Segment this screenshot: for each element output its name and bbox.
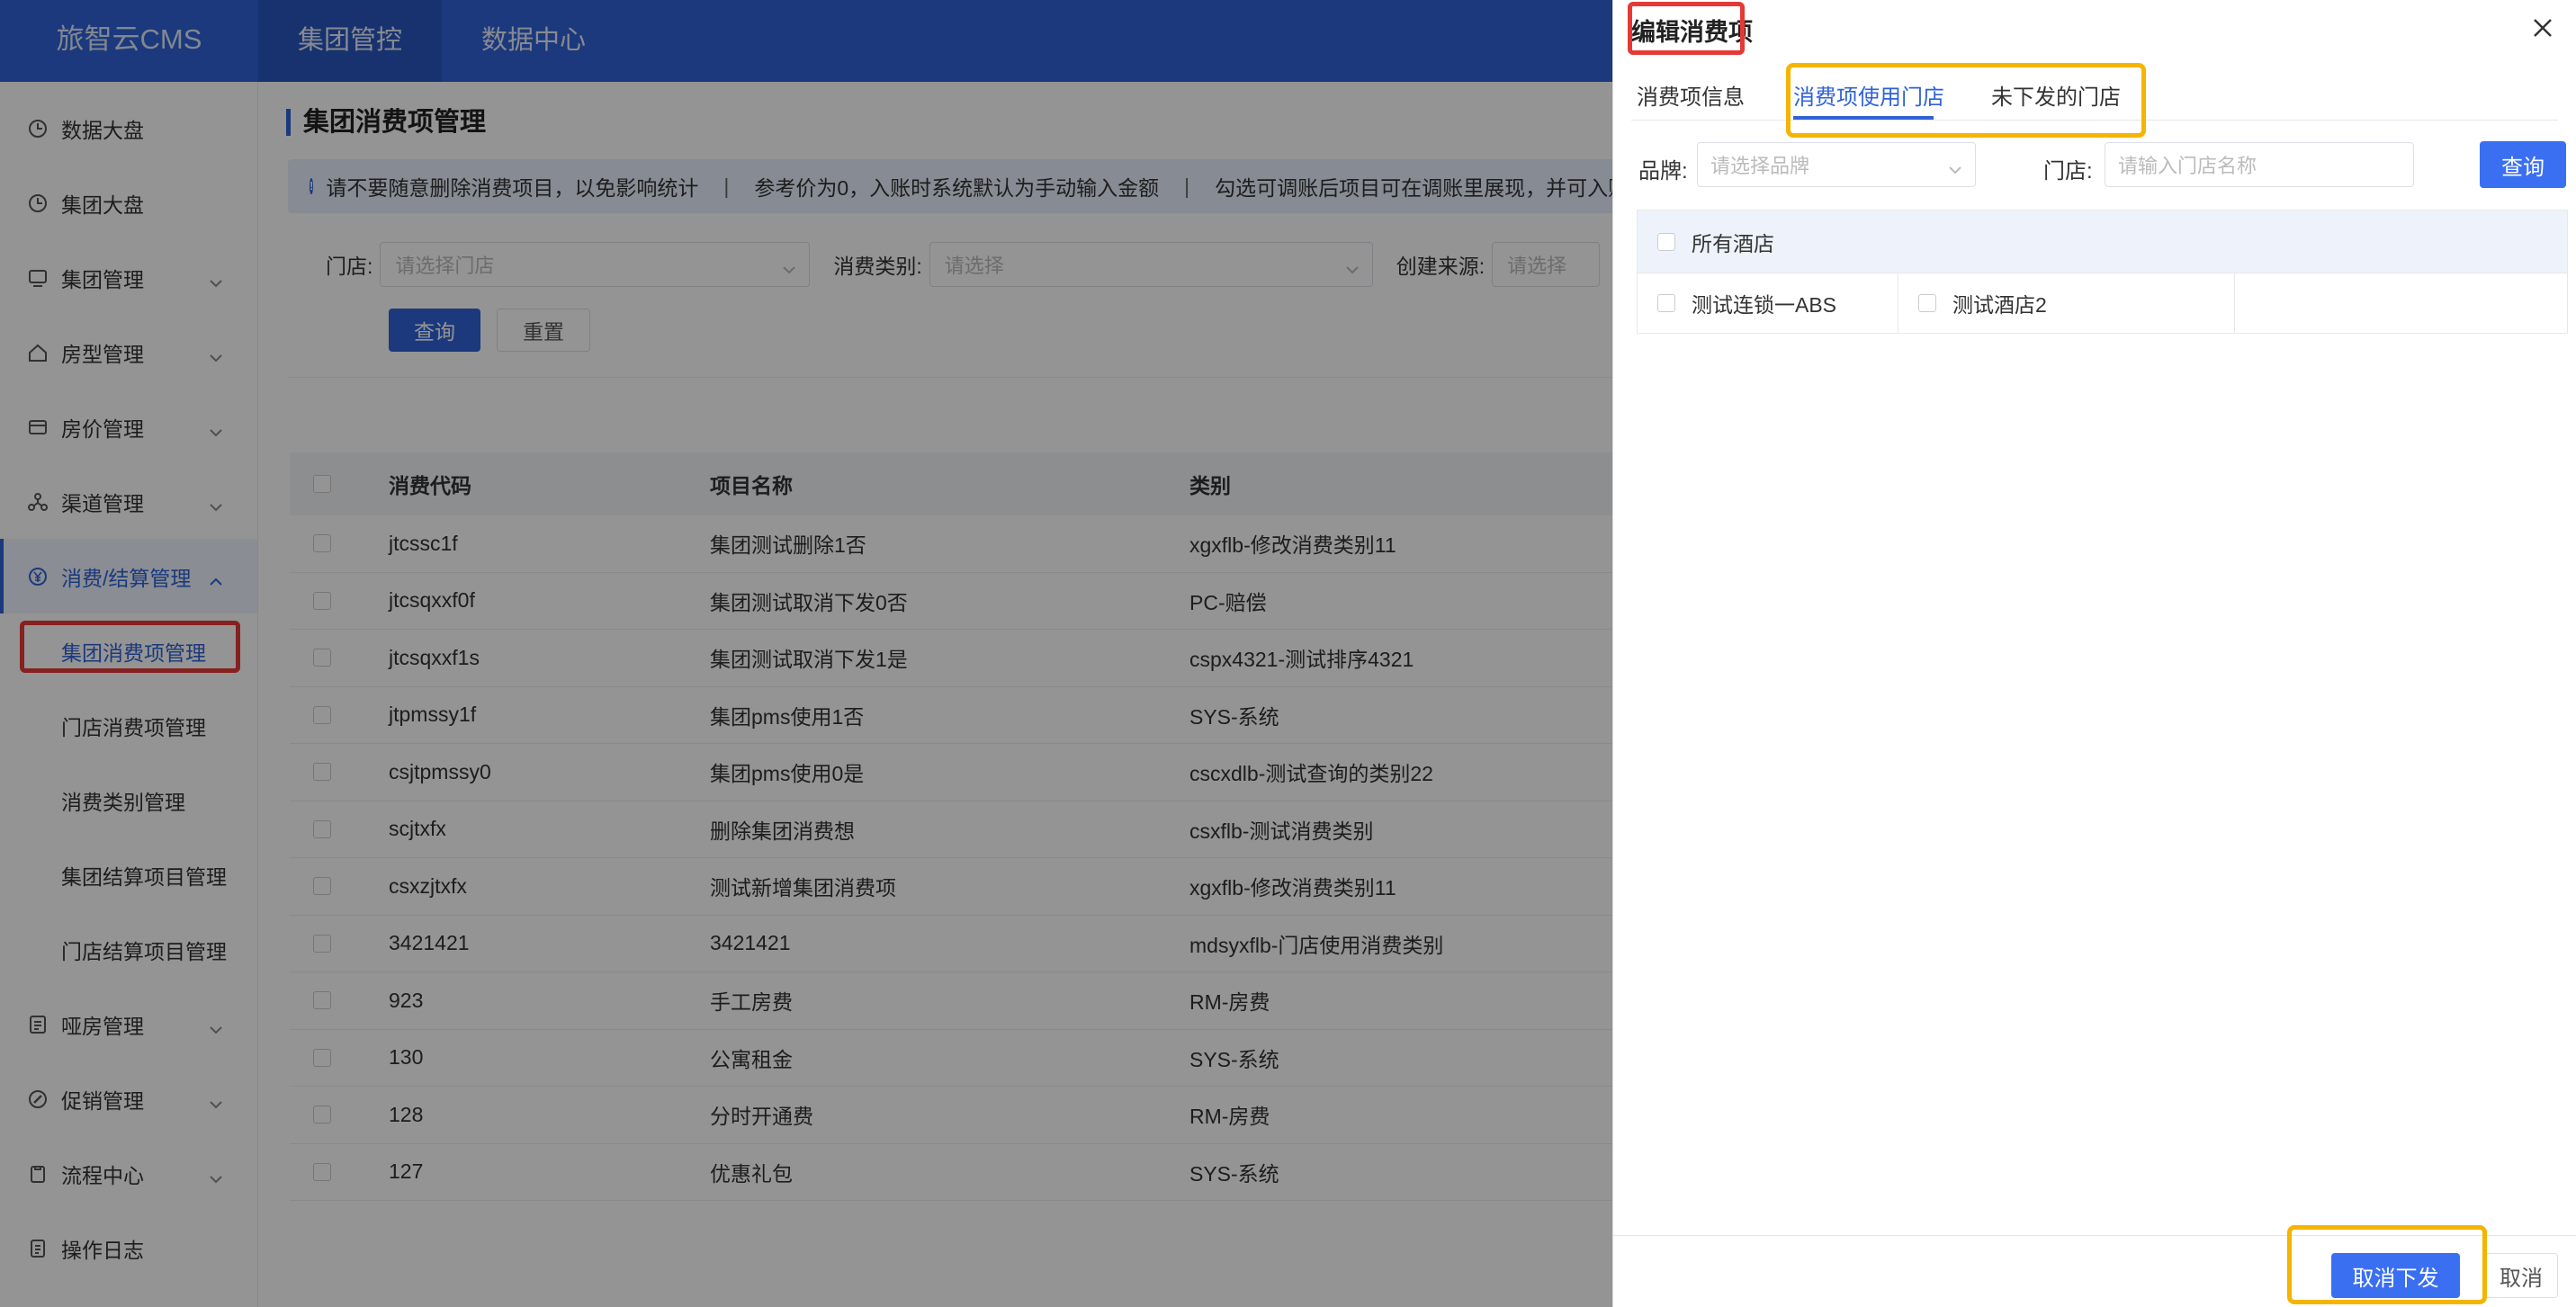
annotation-red-box	[1628, 2, 1745, 55]
hotel-checkbox[interactable]	[1657, 294, 1675, 312]
all-hotels-checkbox[interactable]	[1657, 232, 1675, 251]
hotel-cell[interactable]: 测试连锁一ABS	[1638, 273, 1898, 333]
brand-select[interactable]: 请选择品牌	[1697, 142, 1976, 187]
hotel-label: 测试酒店2	[1952, 293, 2047, 317]
tab-consumption-info[interactable]: 消费项信息	[1637, 79, 1745, 111]
hotel-table: 所有酒店 测试连锁一ABS 测试酒店2	[1637, 210, 2568, 334]
hotel-label: 测试连锁一ABS	[1692, 293, 1837, 317]
hotel-row: 测试连锁一ABS 测试酒店2	[1638, 273, 2567, 333]
all-hotels-label: 所有酒店	[1692, 231, 1774, 255]
modal-overlay[interactable]	[0, 0, 1612, 1307]
annotation-yellow-box	[1786, 63, 2146, 138]
edit-drawer: 编辑消费项 消费项信息 消费项使用门店 未下发的门店 品牌: 请选择品牌 门店:…	[1612, 0, 2576, 1307]
annotation-yellow-box	[2287, 1225, 2487, 1304]
store-label: 门店:	[2043, 159, 2093, 184]
hotel-cell-empty	[2235, 273, 2567, 333]
close-icon[interactable]	[2529, 14, 2556, 41]
brand-label: 品牌:	[1638, 159, 1688, 184]
hotel-cell[interactable]: 测试酒店2	[1898, 273, 2235, 333]
chevron-down-icon	[1948, 157, 1962, 181]
drawer-query-button[interactable]: 查询	[2480, 141, 2566, 188]
all-hotels-row: 所有酒店	[1638, 210, 2567, 273]
store-name-input[interactable]: 请输入门店名称	[2105, 142, 2414, 187]
cancel-button[interactable]: 取消	[2484, 1253, 2558, 1298]
hotel-checkbox[interactable]	[1918, 294, 1936, 312]
